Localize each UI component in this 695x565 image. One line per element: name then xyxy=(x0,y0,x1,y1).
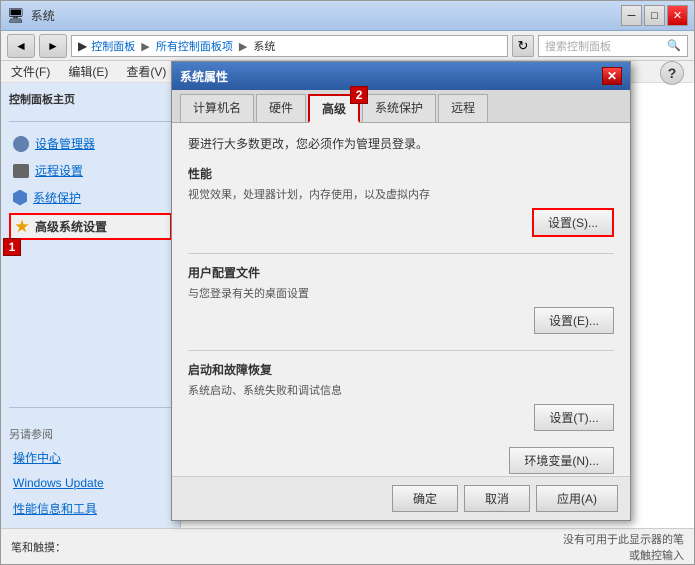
sidebar-separator xyxy=(9,121,172,122)
ok-button[interactable]: 确定 xyxy=(392,485,458,512)
tab-advanced-label: 高级 xyxy=(322,102,346,116)
tab-advanced[interactable]: 高级 2 xyxy=(308,94,360,123)
refresh-button[interactable]: ↻ xyxy=(512,35,534,57)
tab-remote[interactable]: 远程 xyxy=(438,94,488,122)
sidebar-advanced-system-label: 高级系统设置 xyxy=(35,218,107,235)
startup-recovery-desc: 系统启动、系统失败和调试信息 xyxy=(188,382,614,398)
modal-content: 要进行大多数更改，您必须作为管理员登录。 性能 视觉效果，处理器计划，内存使用，… xyxy=(172,123,630,476)
sidebar-action-center[interactable]: 操作中心 xyxy=(9,446,172,469)
apply-button[interactable]: 应用(A) xyxy=(536,485,618,512)
breadcrumb-system: 系统 xyxy=(253,41,275,53)
sidebar-item-remote-settings[interactable]: 远程设置 xyxy=(9,159,172,182)
main-window: 🖥 系统 ─ □ ✕ ◄ ► ▶ 控制面板 ▶ 所有控制面板项 ▶ 系统 ↻ 搜… xyxy=(0,0,695,565)
address-bar: ◄ ► ▶ 控制面板 ▶ 所有控制面板项 ▶ 系统 ↻ 搜索控制面板 🔍 xyxy=(1,31,694,61)
cancel-button[interactable]: 取消 xyxy=(464,485,530,512)
tab-bar: 计算机名 硬件 高级 2 系统保护 远程 xyxy=(172,90,630,123)
user-profiles-section: 用户配置文件 与您登录有关的桌面设置 设置(E)... xyxy=(188,264,614,334)
monitor-icon xyxy=(13,164,29,178)
title-bar-buttons: ─ □ ✕ xyxy=(621,5,688,26)
sidebar-main-title: 控制面板主页 xyxy=(9,91,172,107)
user-profiles-settings-button[interactable]: 设置(E)... xyxy=(534,307,614,334)
sidebar-windows-update-label: Windows Update xyxy=(13,476,104,490)
modal-close-button[interactable]: ✕ xyxy=(602,67,622,85)
section-divider-2 xyxy=(188,350,614,351)
close-button[interactable]: ✕ xyxy=(667,5,688,26)
sidebar-item-device-manager[interactable]: 设备管理器 xyxy=(9,132,172,155)
menu-file[interactable]: 文件(F) xyxy=(7,61,54,82)
sidebar-system-protection-label: 系统保护 xyxy=(33,189,81,206)
bottom-bar-label: 笔和触摸： xyxy=(11,542,66,554)
modal-description: 要进行大多数更改，您必须作为管理员登录。 xyxy=(188,135,614,153)
startup-recovery-settings-button[interactable]: 设置(T)... xyxy=(534,404,614,431)
bottom-bar: 笔和触摸： 没有可用于此显示器的笔或触控输入 xyxy=(1,528,694,564)
env-vars-row: 环境变量(N)... xyxy=(188,447,614,474)
sidebar-item-advanced-system[interactable]: 高级系统设置 1 xyxy=(9,213,172,240)
search-icon: 🔍 xyxy=(667,39,681,52)
bottom-bar-right: 没有可用于此显示器的笔或触控输入 xyxy=(563,531,684,563)
shield-icon xyxy=(13,190,27,206)
system-properties-dialog: 系统属性 ✕ 计算机名 硬件 高级 2 系统保护 远程 要进行大多数更改，您必须… xyxy=(171,61,631,521)
startup-recovery-title: 启动和故障恢复 xyxy=(188,361,614,378)
sidebar-performance-info[interactable]: 性能信息和工具 xyxy=(9,497,172,520)
user-profiles-title: 用户配置文件 xyxy=(188,264,614,281)
user-profiles-btn-row: 设置(E)... xyxy=(188,307,614,334)
maximize-button[interactable]: □ xyxy=(644,5,665,26)
tab-computer-name[interactable]: 计算机名 xyxy=(180,94,254,122)
back-button[interactable]: ◄ xyxy=(7,34,35,58)
window-icon: 🖥 xyxy=(7,7,25,24)
startup-recovery-btn-row: 设置(T)... xyxy=(188,404,614,431)
env-vars-button[interactable]: 环境变量(N)... xyxy=(509,447,614,474)
sidebar-item-system-protection[interactable]: 系统保护 xyxy=(9,186,172,209)
sidebar-separator-2 xyxy=(9,407,172,408)
startup-recovery-section: 启动和故障恢复 系统启动、系统失败和调试信息 设置(T)... xyxy=(188,361,614,431)
performance-btn-row: 设置(S)... xyxy=(188,208,614,237)
badge-2: 2 xyxy=(350,86,368,104)
performance-settings-button[interactable]: 设置(S)... xyxy=(532,208,614,237)
sidebar-action-center-label: 操作中心 xyxy=(13,449,61,466)
bottom-bar-left: 笔和触摸： xyxy=(11,539,563,555)
badge-1: 1 xyxy=(3,238,21,256)
performance-desc: 视觉效果，处理器计划，内存使用，以及虚拟内存 xyxy=(188,186,614,202)
forward-button[interactable]: ► xyxy=(39,34,67,58)
menu-view[interactable]: 查看(V) xyxy=(122,61,170,82)
sidebar-windows-update[interactable]: Windows Update xyxy=(9,473,172,493)
sidebar-performance-info-label: 性能信息和工具 xyxy=(13,500,97,517)
sidebar: 控制面板主页 设备管理器 远程设置 系统保护 高级系统设置 1 xyxy=(1,83,181,528)
title-bar: 🖥 系统 ─ □ ✕ xyxy=(1,1,694,31)
sidebar-also-label: 另请参阅 xyxy=(9,426,172,442)
breadcrumb-icon: ▶ xyxy=(78,39,87,53)
breadcrumb-text: 控制面板 ▶ 所有控制面板项 ▶ 系统 xyxy=(91,38,275,54)
modal-title-bar: 系统属性 ✕ xyxy=(172,62,630,90)
minimize-button[interactable]: ─ xyxy=(621,5,642,26)
sidebar-remote-settings-label: 远程设置 xyxy=(35,162,83,179)
menu-edit[interactable]: 编辑(E) xyxy=(64,61,112,82)
modal-footer: 确定 取消 应用(A) xyxy=(172,476,630,520)
breadcrumb-controlpanel[interactable]: 控制面板 xyxy=(91,41,135,53)
tab-system-protection[interactable]: 系统保护 xyxy=(362,94,436,122)
section-divider-1 xyxy=(188,253,614,254)
search-placeholder: 搜索控制面板 xyxy=(545,38,611,54)
window-title: 系统 xyxy=(31,7,55,24)
tab-hardware[interactable]: 硬件 xyxy=(256,94,306,122)
sidebar-device-manager-label: 设备管理器 xyxy=(35,135,95,152)
breadcrumb: ▶ 控制面板 ▶ 所有控制面板项 ▶ 系统 xyxy=(71,35,508,57)
gear-icon xyxy=(13,136,29,152)
search-box[interactable]: 搜索控制面板 🔍 xyxy=(538,35,688,57)
performance-title: 性能 xyxy=(188,165,614,182)
sidebar-spacer xyxy=(9,244,172,397)
breadcrumb-sep2: ▶ xyxy=(239,41,247,53)
help-button[interactable]: ? xyxy=(660,61,684,85)
breadcrumb-allitems[interactable]: 所有控制面板项 xyxy=(156,41,233,53)
breadcrumb-sep1: ▶ xyxy=(141,41,149,53)
star-icon xyxy=(15,220,29,234)
performance-section: 性能 视觉效果，处理器计划，内存使用，以及虚拟内存 设置(S)... xyxy=(188,165,614,237)
user-profiles-desc: 与您登录有关的桌面设置 xyxy=(188,285,614,301)
modal-title: 系统属性 xyxy=(180,68,228,85)
